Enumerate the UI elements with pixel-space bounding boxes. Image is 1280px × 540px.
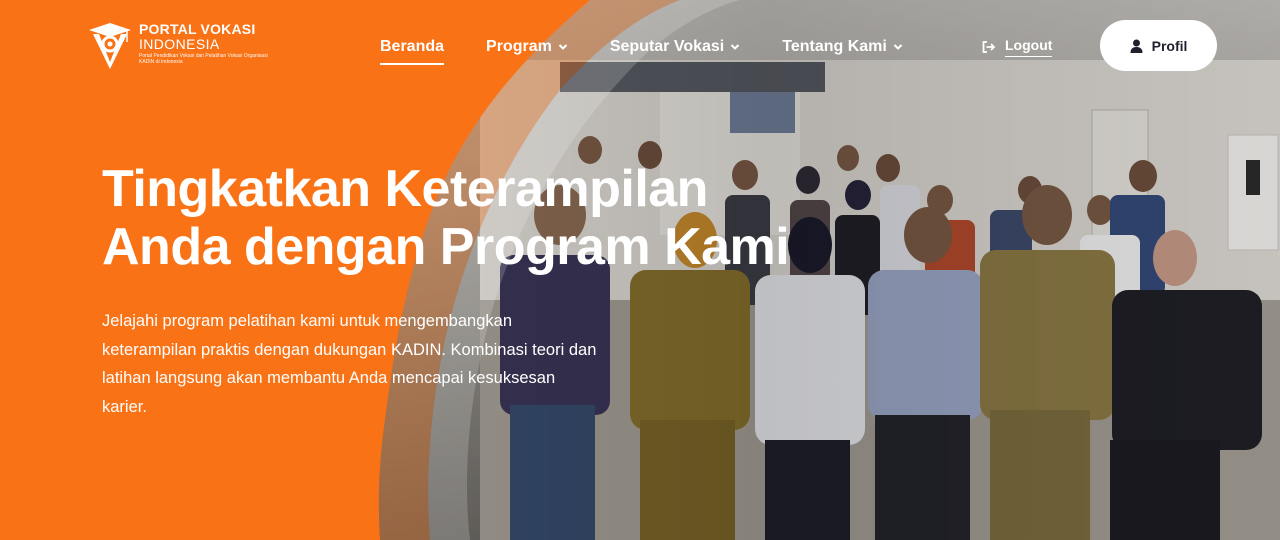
- hero-description: Jelajahi program pelatihan kami untuk me…: [102, 312, 597, 416]
- profile-label: Profil: [1151, 37, 1188, 54]
- hero-headline-line2: Anda dengan Program Kami: [102, 218, 790, 276]
- main-navigation: Beranda Program Seputar Vokasi Tentang K…: [380, 38, 945, 65]
- logo-mark-icon: [89, 23, 131, 69]
- nav-item-beranda[interactable]: Beranda: [380, 38, 445, 65]
- chevron-down-icon: [893, 44, 903, 50]
- brand-tagline: Portal Pendidikan Vokasi dan Pelatihan V…: [139, 53, 268, 65]
- nav-item-program[interactable]: Program: [486, 38, 568, 65]
- logout-link[interactable]: Logout: [982, 37, 1053, 57]
- nav-item-label: Seputar Vokasi: [609, 38, 725, 55]
- brand-subtitle: INDONESIA: [139, 36, 220, 52]
- nav-item-seputar-vokasi[interactable]: Seputar Vokasi: [610, 38, 740, 65]
- brand-title: PORTAL VOKASI: [139, 21, 256, 37]
- hero-headline-line1: Tingkatkan Keterampilan: [102, 160, 708, 218]
- nav-item-label: Tentang Kami: [782, 38, 887, 55]
- profile-button[interactable]: Profil: [1100, 20, 1217, 71]
- logout-icon: [982, 41, 996, 53]
- user-icon: [1130, 39, 1143, 53]
- nav-item-label: Program: [486, 38, 552, 55]
- brand-logo[interactable]: PORTAL VOKASI INDONESIA Portal Pendidika…: [87, 22, 279, 70]
- nav-item-tentang-kami[interactable]: Tentang Kami: [782, 38, 903, 65]
- chevron-down-icon: [731, 44, 740, 50]
- nav-item-label: Beranda: [380, 38, 445, 55]
- logout-label: Logout: [1005, 37, 1053, 57]
- hero-headline: Tingkatkan Keterampilan Anda dengan Prog…: [102, 160, 862, 276]
- chevron-down-icon: [558, 44, 568, 50]
